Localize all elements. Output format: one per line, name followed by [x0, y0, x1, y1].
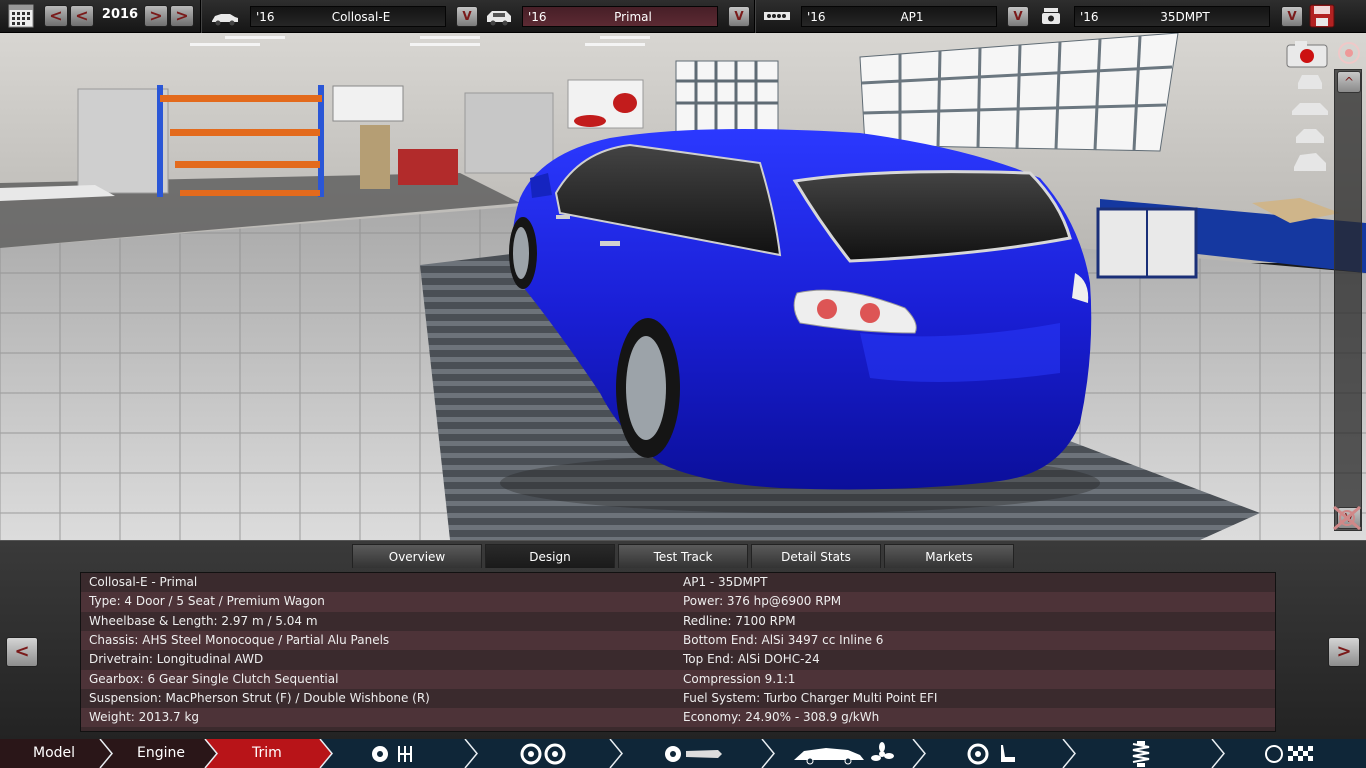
view-angle-icons[interactable] — [1290, 67, 1330, 177]
year-display: 2016 — [101, 7, 139, 22]
garage-door-right — [464, 92, 554, 174]
interior-icon[interactable] — [965, 742, 1025, 766]
engine-dropdown-button[interactable]: V — [1007, 6, 1029, 27]
easel — [360, 125, 390, 189]
trim-selector[interactable]: '16 Primal — [522, 6, 718, 27]
info-next-button[interactable]: > — [1328, 637, 1360, 667]
stats-row: Collosal-E - Primal AP1 - 35DMPT — [81, 573, 1275, 593]
stats-row: Type: 4 Door / 5 Seat / Premium Wagon Pow… — [81, 592, 1275, 612]
engine-variant-icon — [1042, 8, 1060, 24]
red-toolbox — [398, 149, 458, 185]
brakes-icon[interactable] — [662, 743, 726, 765]
tab-detail-stats[interactable]: Detail Stats — [751, 544, 881, 568]
tab-test-track[interactable]: Test Track — [618, 544, 748, 568]
model-dropdown-button[interactable]: V — [456, 6, 478, 27]
app-window: < < 2016 > > '16 Collosal-E V '16 Primal… — [0, 0, 1366, 768]
scroll-up-button[interactable]: ^ — [1337, 71, 1361, 93]
reset-view-icon[interactable] — [1330, 503, 1364, 533]
tab-markets[interactable]: Markets — [884, 544, 1014, 568]
nav-engine[interactable]: Engine — [137, 745, 185, 761]
engine-selector[interactable]: '16 AP1 — [801, 6, 997, 27]
tab-overview[interactable]: Overview — [352, 544, 482, 568]
engine-variant-selector[interactable]: '16 35DMPT — [1074, 6, 1270, 27]
bottom-navigation: Model Engine Trim — [0, 739, 1366, 768]
test-drive-icon[interactable] — [1262, 742, 1322, 766]
tab-design[interactable]: Design — [485, 544, 615, 568]
stats-row: Weight: 2013.7 kg Economy: 24.90% - 308.9… — [81, 708, 1275, 728]
body-aero-icon[interactable] — [790, 742, 894, 766]
suspension-icon[interactable] — [1125, 741, 1161, 767]
info-prev-button[interactable]: < — [6, 637, 38, 667]
record-icon[interactable] — [1335, 39, 1363, 67]
year-prev-fast-button[interactable]: < — [70, 5, 94, 27]
wheels-icon[interactable] — [518, 743, 570, 765]
year-next-fast-button[interactable]: > — [170, 5, 194, 27]
calendar-icon[interactable] — [8, 4, 34, 28]
window-small — [675, 60, 779, 137]
garage-door-left — [77, 88, 169, 194]
car-trim-icon — [487, 11, 511, 26]
gearbox-icon[interactable] — [365, 743, 425, 765]
car-model-icon — [212, 14, 238, 26]
save-icon[interactable] — [1309, 4, 1335, 28]
info-panel: Overview Design Test Track Detail Stats … — [0, 540, 1366, 739]
year-next-button[interactable]: > — [144, 5, 168, 27]
camera-icon[interactable] — [1285, 39, 1329, 69]
engine-variant-dropdown-button[interactable]: V — [1281, 6, 1303, 27]
engine-block-icon — [764, 12, 790, 20]
stats-row: Wheelbase & Length: 2.97 m / 5.04 m Redli… — [81, 611, 1275, 631]
stats-row: Chassis: AHS Steel Monocoque / Partial A… — [81, 630, 1275, 651]
trim-dropdown-button[interactable]: V — [728, 6, 750, 27]
nav-trim[interactable]: Trim — [252, 745, 282, 761]
garage-scene — [0, 33, 1366, 540]
stats-row: Gearbox: 6 Gear Single Clutch Sequential… — [81, 669, 1275, 689]
garage-3d-viewport[interactable]: ^ V — [0, 33, 1366, 540]
stats-row: Drivetrain: Longitudinal AWD Top End: AlS… — [81, 650, 1275, 670]
whiteboard — [332, 85, 404, 122]
stats-row: Suspension: MacPherson Strut (F) / Doubl… — [81, 688, 1275, 709]
car-stats-table: Collosal-E - Primal AP1 - 35DMPT Type: 4 … — [80, 572, 1276, 732]
top-toolbar: < < 2016 > > '16 Collosal-E V '16 Primal… — [0, 0, 1366, 33]
divider — [200, 0, 202, 33]
model-selector[interactable]: '16 Collosal-E — [250, 6, 446, 27]
view-scroll-panel: ^ V — [1334, 69, 1362, 531]
nav-model[interactable]: Model — [33, 745, 75, 761]
year-prev-button[interactable]: < — [44, 5, 68, 27]
divider — [754, 0, 756, 33]
